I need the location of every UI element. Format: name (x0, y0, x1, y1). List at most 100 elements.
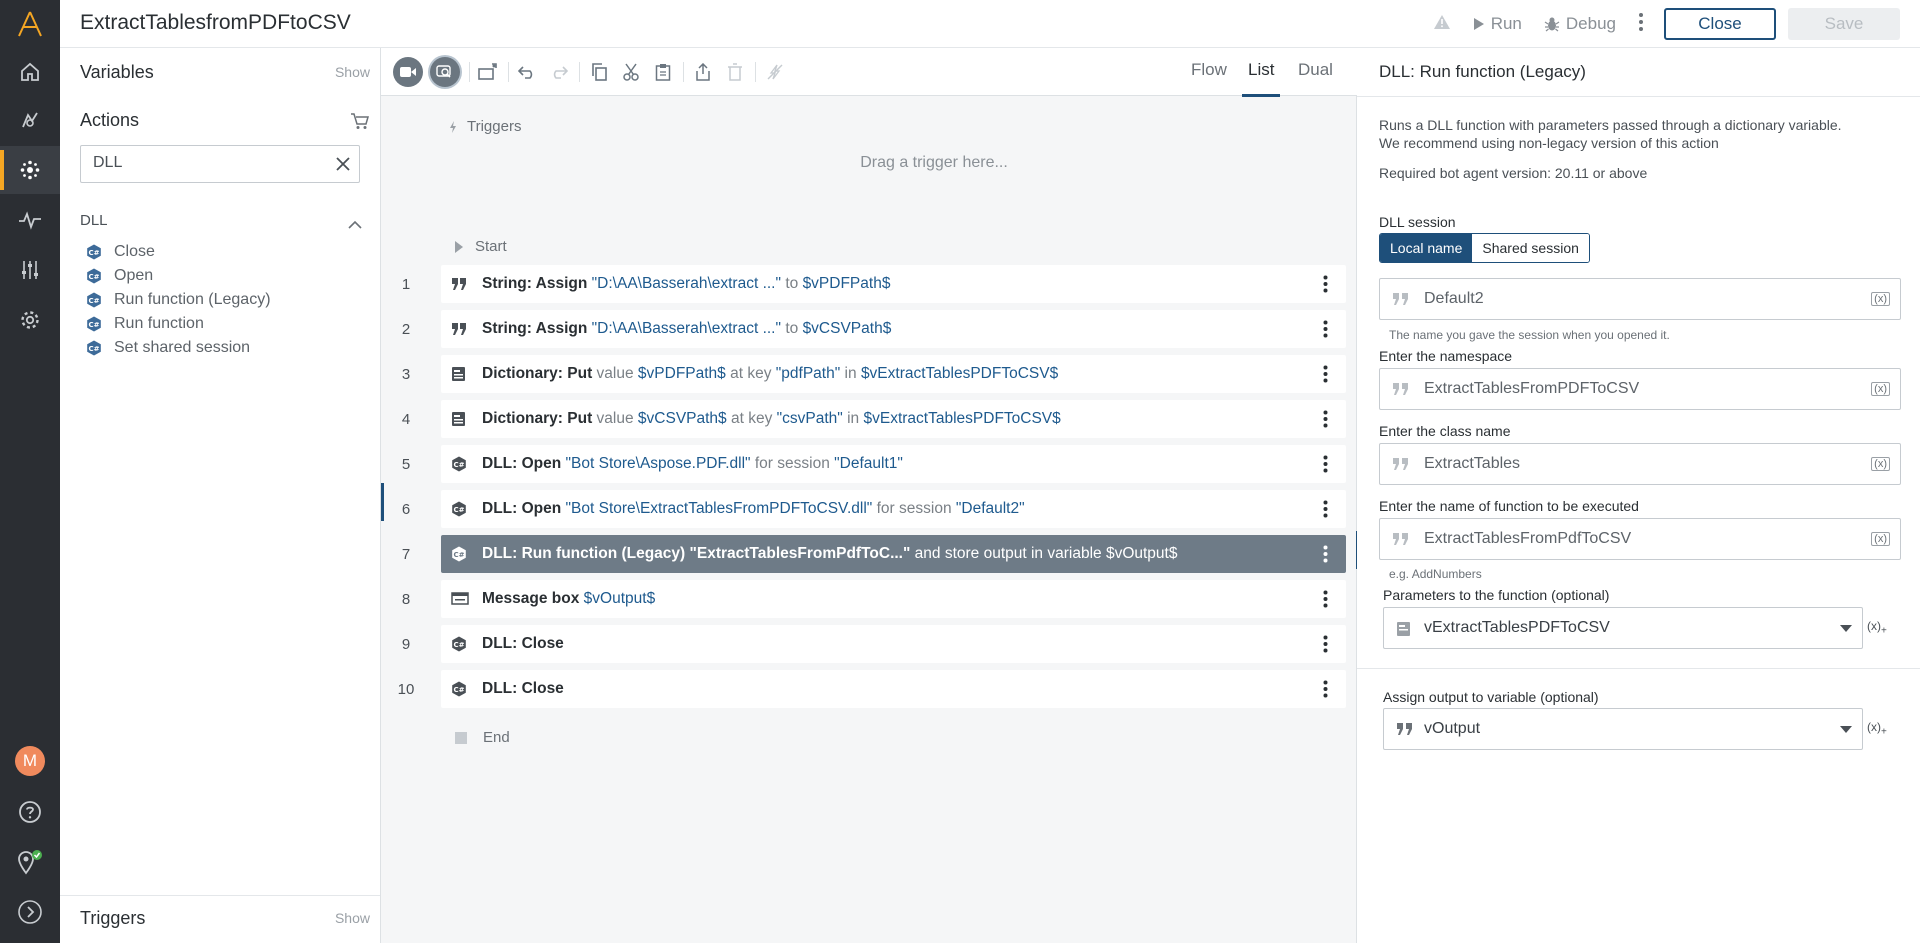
action-row[interactable]: 6 C# DLL: Open "Bot Store\ExtractTablesF… (402, 490, 1346, 528)
action-row[interactable]: 2 String: Assign "D:\AA\Basserah\extract… (402, 310, 1346, 348)
more-options-icon[interactable] (1638, 12, 1644, 37)
tab-list[interactable]: List (1241, 60, 1282, 97)
app-logo-icon[interactable] (0, 0, 60, 48)
namespace-field[interactable]: ExtractTablesFromPDFToCSV (x) (1379, 368, 1901, 410)
user-avatar[interactable]: M (15, 746, 45, 776)
session-name-field[interactable]: Default2 (x) (1379, 278, 1901, 320)
palette-item-label: Run function (114, 315, 204, 332)
local-name-option[interactable]: Local name (1380, 234, 1473, 262)
action-text: String: Assign "D:\AA\Basserah\extract .… (482, 320, 892, 337)
nav-rail: M (0, 0, 60, 943)
warning-icon[interactable] (1433, 14, 1451, 35)
export-icon[interactable] (691, 58, 715, 86)
undo-icon[interactable] (515, 58, 539, 86)
help-icon[interactable] (0, 788, 60, 836)
insert-variable-icon[interactable]: (x) (1871, 532, 1890, 546)
action-row-selected[interactable]: 7 C# DLL: Run function (Legacy) "Extract… (402, 535, 1346, 573)
dll-group-header[interactable]: DLL (80, 212, 370, 236)
paste-icon[interactable] (651, 58, 675, 86)
session-hint: The name you gave the session when you o… (1389, 328, 1670, 342)
row-menu-icon[interactable] (1323, 635, 1328, 658)
row-menu-icon[interactable] (1323, 500, 1328, 523)
function-hint: e.g. AddNumbers (1389, 567, 1482, 581)
row-menu-icon[interactable] (1323, 455, 1328, 478)
insert-variable-icon[interactable]: (x) (1871, 382, 1890, 396)
action-row[interactable]: 3 Dictionary: Put value $vPDFPath$ at ke… (402, 355, 1346, 393)
action-row[interactable]: 8 Message box $vOutput$ (402, 580, 1346, 618)
palette-item-run-function[interactable]: C# Run function (86, 312, 204, 336)
debug-button[interactable]: Debug (1544, 14, 1616, 34)
line-number: 5 (401, 455, 411, 473)
string-quote-icon (1393, 383, 1408, 395)
screen-capture-icon[interactable] (475, 58, 501, 86)
action-row[interactable]: 9 C# DLL: Close (402, 625, 1346, 663)
automation-icon[interactable] (0, 146, 60, 194)
class-name-value: ExtractTables (1424, 455, 1521, 472)
action-row[interactable]: 5 C# DLL: Open "Bot Store\Aspose.PDF.dll… (402, 445, 1346, 483)
save-button[interactable]: Save (1788, 8, 1900, 40)
row-menu-icon[interactable] (1323, 545, 1328, 568)
settings-gear-icon[interactable] (0, 296, 60, 344)
variables-show-link[interactable]: Show (335, 64, 370, 80)
search-record-icon[interactable] (430, 57, 460, 87)
class-name-field[interactable]: ExtractTables (x) (1379, 443, 1901, 485)
expand-rail-icon[interactable] (0, 888, 60, 936)
redo-icon[interactable] (547, 58, 571, 86)
triggers-section-label[interactable]: Triggers (449, 118, 521, 135)
explore-icon[interactable] (0, 96, 60, 144)
action-row[interactable]: 4 Dictionary: Put value $vCSVPath$ at ke… (402, 400, 1346, 438)
palette-item-set-shared-session[interactable]: C# Set shared session (86, 336, 250, 360)
row-menu-icon[interactable] (1323, 680, 1328, 703)
csharp-dll-icon: C# (87, 316, 101, 332)
disable-action-icon[interactable] (763, 58, 787, 86)
top-bar: ExtractTablesfromPDFtoCSV Run Debug Clos… (60, 0, 1920, 48)
variables-heading: Variables (80, 62, 154, 82)
copy-icon[interactable] (587, 58, 611, 86)
action-row[interactable]: 10 C# DLL: Close (398, 670, 1346, 708)
action-search[interactable] (80, 145, 360, 183)
palette-item-close[interactable]: C# Close (86, 240, 155, 264)
row-menu-icon[interactable] (1323, 590, 1328, 613)
row-menu-icon[interactable] (1323, 320, 1328, 343)
row-menu-icon[interactable] (1323, 275, 1328, 298)
action-description: Runs a DLL function with parameters pass… (1379, 117, 1842, 151)
delete-icon[interactable] (723, 58, 747, 86)
triggers-show-link[interactable]: Show (335, 910, 370, 926)
triggers-section: Triggers Show (60, 895, 380, 943)
create-variable-icon[interactable]: (x)+ (1867, 619, 1887, 636)
palette-item-run-function-legacy[interactable]: C# Run function (Legacy) (86, 288, 271, 312)
action-list-canvas: Triggers Drag a trigger here... Start 1 … (381, 96, 1359, 943)
palette-item-open[interactable]: C# Open (86, 264, 153, 288)
line-number: 7 (401, 545, 411, 563)
close-button[interactable]: Close (1664, 8, 1776, 40)
shared-session-option[interactable]: Shared session (1472, 234, 1589, 262)
chevron-up-icon[interactable] (348, 216, 362, 233)
home-icon[interactable] (0, 48, 60, 96)
function-name-field[interactable]: ExtractTablesFromPdfToCSV (x) (1379, 518, 1901, 560)
bot-store-cart-icon[interactable] (350, 112, 370, 135)
manage-icon[interactable] (0, 246, 60, 294)
record-video-icon[interactable] (393, 57, 423, 87)
end-node: End (455, 729, 510, 746)
create-variable-icon[interactable]: (x)+ (1867, 720, 1887, 737)
activity-icon[interactable] (0, 196, 60, 244)
tab-flow[interactable]: Flow (1191, 60, 1227, 80)
trigger-drop-zone[interactable]: Drag a trigger here... (381, 154, 1357, 172)
divider (1357, 96, 1920, 97)
row-menu-icon[interactable] (1323, 365, 1328, 388)
tab-dual[interactable]: Dual (1298, 60, 1333, 80)
action-text: Message box $vOutput$ (482, 590, 656, 607)
action-search-input[interactable] (93, 154, 313, 172)
output-variable-dropdown[interactable]: vOutput (1383, 708, 1863, 750)
svg-text:C#: C# (453, 506, 464, 514)
insert-variable-icon[interactable]: (x) (1871, 457, 1890, 471)
insert-variable-icon[interactable]: (x) (1871, 292, 1890, 306)
location-status-icon[interactable] (0, 838, 60, 886)
parameters-dropdown[interactable]: vExtractTablesPDFToCSV (1383, 607, 1863, 649)
run-button[interactable]: Run (1473, 14, 1522, 34)
cut-icon[interactable] (619, 58, 643, 86)
clear-search-icon[interactable] (335, 156, 351, 177)
divider (1357, 668, 1920, 669)
action-row[interactable]: 1 String: Assign "D:\AA\Basserah\extract… (402, 265, 1346, 303)
row-menu-icon[interactable] (1323, 410, 1328, 433)
